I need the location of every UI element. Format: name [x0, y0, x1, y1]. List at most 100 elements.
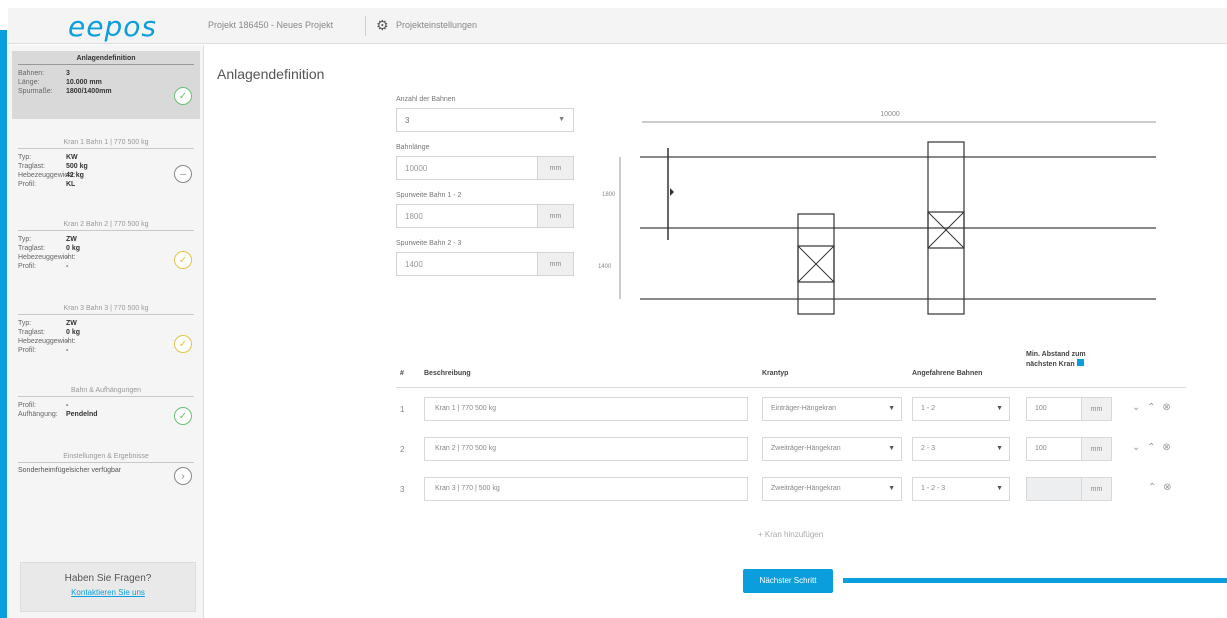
sidebar-card-kran1[interactable]: Kran 1 Bahn 1 | 770 500 kg Typ: KW Tragla…	[12, 135, 200, 205]
tracks-value: 1 - 2	[921, 405, 936, 412]
chevron-down-icon: ▼	[558, 116, 565, 123]
crane-table-header: # Beschreibung Krantyp Angefahrene Bahne…	[396, 351, 1186, 388]
distance-input[interactable]: 100	[1026, 397, 1082, 421]
col-type: Krantyp	[762, 370, 789, 377]
sidebar-key: Spurmaße:	[18, 88, 53, 95]
tracks-select[interactable]: 1 - 2 ▼	[912, 397, 1010, 421]
app-window: eepos Projekt 186450 - Neues Projekt ⚙ P…	[0, 0, 1227, 618]
help-title: Haben Sie Fragen?	[64, 573, 152, 584]
sidebar-card-title: Kran 2 Bahn 2 | 770 500 kg	[18, 221, 194, 231]
sidebar-value: 0 kg	[66, 329, 81, 336]
sidebar-value: ZW	[66, 236, 77, 243]
col-distance: Min. Abstand zum nächsten Kran	[1026, 350, 1116, 369]
chevron-down-icon: ▼	[888, 445, 895, 452]
tracks-select[interactable]: 3 ▼	[396, 108, 574, 132]
sidebar-key: Typ:	[18, 236, 32, 243]
tracks-select[interactable]: 2 - 3 ▼	[912, 437, 1010, 461]
sidebar-value: 500 kg	[66, 163, 88, 170]
system-form: Anzahl der Bahnen 3 ▼ Bahnlänge 10000 mm…	[396, 96, 576, 288]
unit-label: mm	[538, 204, 574, 228]
sidebar: Anlagendefinition Bahnen: 3 Länge: 10.000 …	[8, 45, 204, 618]
col-description: Beschreibung	[424, 370, 471, 377]
unit-label: mm	[1082, 477, 1112, 501]
sidebar-card-title: Kran 1 Bahn 1 | 770 500 kg	[18, 139, 194, 149]
check-icon: ✓	[174, 251, 192, 269]
chevron-down-icon: ▼	[888, 405, 895, 412]
header-divider	[365, 16, 366, 36]
eepos-logo[interactable]: eepos	[68, 10, 157, 43]
contact-link[interactable]: Kontaktieren Sie uns	[21, 588, 195, 597]
sidebar-card-bahn[interactable]: Bahn & Aufhängungen Profil: - Aufhängung:…	[12, 383, 200, 435]
chevron-down-icon: ▼	[996, 485, 1003, 492]
dimension-label-gauge23: 1400	[598, 264, 612, 270]
sidebar-key: Bahnen:	[18, 70, 45, 77]
distance-input[interactable]: 100	[1026, 437, 1082, 461]
length-label: Bahnlänge	[396, 144, 430, 151]
crane-1-hoist	[670, 188, 674, 196]
check-icon: ✓	[174, 335, 192, 353]
crane-layout-drawing: 10000 1800 1400	[598, 111, 1156, 315]
chevron-down-icon: ▼	[888, 485, 895, 492]
crane-type-select[interactable]: Einträger-Hängekran ▼	[762, 397, 902, 421]
tracks-value: 1 - 2 - 3	[921, 485, 946, 492]
gauge23-value[interactable]: 1400	[396, 252, 538, 276]
sidebar-key: Typ:	[18, 154, 32, 161]
sidebar-value: 0 kg	[66, 245, 81, 252]
sidebar-card-kran3[interactable]: Kran 3 Bahn 3 | 770 500 kg Typ: ZW Tragla…	[12, 301, 200, 371]
description-input[interactable]: Kran 1 | 770 500 kg	[424, 397, 748, 421]
add-crane-button[interactable]: + Kran hinzufügen	[758, 530, 823, 539]
sidebar-key: Profil:	[18, 181, 36, 188]
sidebar-note: Sonderheimfügelsicher verfügbar	[18, 467, 122, 474]
sidebar-card-kran2[interactable]: Kran 2 Bahn 2 | 770 500 kg Typ: ZW Tragla…	[12, 217, 200, 287]
gauge12-field[interactable]: 1800 mm	[396, 204, 574, 228]
sidebar-card-title: Einstellungen & Ergebnisse	[18, 453, 194, 463]
sidebar-value: -	[66, 263, 69, 270]
length-field[interactable]: 10000 mm	[396, 156, 574, 180]
row-actions-icon[interactable]: ⌄ ⌃ ⊗	[1132, 442, 1173, 453]
row-number: 2	[400, 445, 405, 454]
crane-type-select[interactable]: Zweiträger-Hängekran ▼	[762, 477, 902, 501]
gear-icon[interactable]: ⚙	[376, 17, 389, 34]
gauge23-field[interactable]: 1400 mm	[396, 252, 574, 276]
sidebar-key: Traglast:	[18, 329, 45, 336]
row-actions-icon[interactable]: ⌄ ⌃ ⊗	[1132, 402, 1173, 413]
sidebar-key: Hebezeuggewicht:	[18, 172, 76, 179]
gauge12-value[interactable]: 1800	[396, 204, 538, 228]
page-title: Anlagendefinition	[217, 66, 325, 82]
sidebar-value: KL	[66, 181, 76, 188]
tracks-value: 3	[405, 116, 410, 125]
sidebar-card-einstellungen[interactable]: Einstellungen & Ergebnisse Sonderheimfüg…	[12, 449, 200, 493]
breadcrumb[interactable]: Projekt 186450 - Neues Projekt	[208, 20, 333, 30]
description-input[interactable]: Kran 3 | 770 | 500 kg	[424, 477, 748, 501]
crane-type-select[interactable]: Zweiträger-Hängekran ▼	[762, 437, 902, 461]
unit-label: mm	[1082, 437, 1112, 461]
tracks-select[interactable]: 1 - 2 - 3 ▼	[912, 477, 1010, 501]
table-row: 2 Kran 2 | 770 500 kg Zweiträger-Hängekr…	[396, 436, 1186, 464]
length-value[interactable]: 10000	[396, 156, 538, 180]
description-input[interactable]: Kran 2 | 770 500 kg	[424, 437, 748, 461]
distance-input	[1026, 477, 1082, 501]
sidebar-card-title: Bahn & Aufhängungen	[18, 387, 194, 397]
sidebar-card-title: Kran 3 Bahn 3 | 770 500 kg	[18, 305, 194, 315]
row-actions-icon[interactable]: ⌃ ⊗	[1148, 482, 1174, 493]
sidebar-value: KW	[66, 154, 78, 161]
sidebar-key: Aufhängung:	[18, 411, 58, 418]
sidebar-key: Profil:	[18, 263, 36, 270]
sidebar-key: Länge:	[18, 79, 40, 86]
dimension-label-gauge12: 1800	[602, 192, 616, 198]
row-number: 3	[400, 485, 405, 494]
check-icon: ✓	[174, 87, 192, 105]
project-settings-link[interactable]: Projekteinstellungen	[396, 20, 477, 30]
sidebar-value: -	[66, 338, 69, 345]
dimension-label-length: 10000	[880, 111, 900, 118]
sidebar-key: Hebezeuggewicht:	[18, 338, 76, 345]
unit-label: mm	[538, 252, 574, 276]
unit-label: mm	[1082, 397, 1112, 421]
top-header: eepos Projekt 186450 - Neues Projekt ⚙ P…	[8, 8, 1227, 44]
sidebar-value: 10.000 mm	[66, 79, 102, 86]
sidebar-card-anlagendefinition[interactable]: Anlagendefinition Bahnen: 3 Länge: 10.000 …	[12, 51, 200, 119]
info-icon[interactable]	[1076, 359, 1084, 366]
next-step-button[interactable]: Nächster Schritt	[743, 569, 833, 593]
col-num: #	[400, 370, 404, 377]
gauge23-label: Spurweite Bahn 2 - 3	[396, 240, 462, 247]
